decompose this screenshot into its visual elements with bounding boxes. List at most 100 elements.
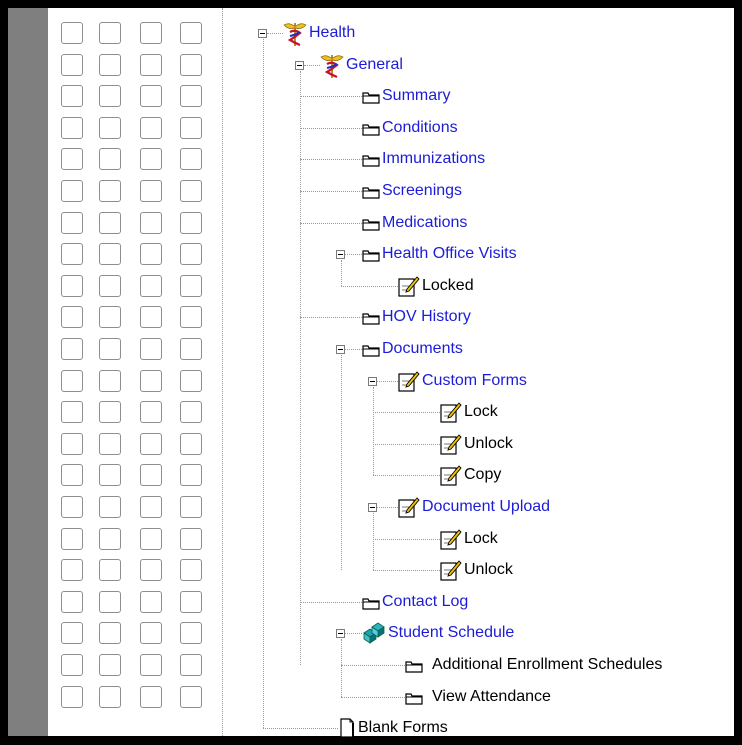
permission-checkbox[interactable] [99,685,121,708]
permission-checkbox[interactable] [61,401,83,424]
permission-checkbox[interactable] [140,306,162,329]
permission-checkbox[interactable] [140,432,162,455]
permission-checkbox[interactable] [140,654,162,676]
permission-checkbox[interactable] [99,53,121,76]
permission-checkbox[interactable] [180,401,202,424]
expand-toggle[interactable] [295,60,304,70]
permission-checkbox[interactable] [61,432,83,455]
permission-checkbox[interactable] [61,338,83,360]
permission-checkbox[interactable] [61,53,83,76]
permission-checkbox[interactable] [180,211,202,234]
permission-checkbox[interactable] [99,274,121,297]
permission-checkbox[interactable] [140,85,162,108]
permission-checkbox[interactable] [140,527,162,550]
permission-checkbox[interactable] [180,464,202,487]
expand-toggle[interactable] [368,376,377,386]
permission-checkbox[interactable] [180,53,202,76]
permission-checkbox[interactable] [61,369,83,392]
permission-checkbox[interactable] [180,85,202,108]
permission-checkbox[interactable] [180,274,202,297]
permission-checkbox[interactable] [180,306,202,329]
tree-node-label[interactable]: HOV History [382,308,471,326]
permission-checkbox[interactable] [99,590,121,613]
permission-checkbox[interactable] [99,432,121,455]
tree-node-label[interactable]: Health [309,24,355,42]
permission-checkbox[interactable] [140,116,162,139]
permission-checkbox[interactable] [180,338,202,360]
permission-checkbox[interactable] [61,274,83,297]
permission-checkbox[interactable] [99,180,121,202]
tree-node-label[interactable]: Medications [382,214,467,232]
permission-checkbox[interactable] [99,211,121,234]
permission-checkbox[interactable] [180,654,202,676]
permission-checkbox[interactable] [180,22,202,44]
permission-checkbox[interactable] [61,559,83,582]
permission-checkbox[interactable] [99,148,121,171]
permission-checkbox[interactable] [61,654,83,676]
permission-checkbox[interactable] [180,559,202,582]
permission-checkbox[interactable] [99,622,121,645]
permission-checkbox[interactable] [140,243,162,266]
permission-checkbox[interactable] [180,243,202,266]
permission-checkbox[interactable] [180,180,202,202]
permission-checkbox[interactable] [180,685,202,708]
permission-checkbox[interactable] [180,622,202,645]
tree-node-label[interactable]: Contact Log [382,593,468,611]
tree-node-label[interactable]: Student Schedule [388,624,514,642]
permission-checkbox[interactable] [99,338,121,360]
permission-checkbox[interactable] [180,527,202,550]
permission-checkbox[interactable] [140,274,162,297]
permission-checkbox[interactable] [61,243,83,266]
tree-node-label[interactable]: Conditions [382,119,458,137]
permission-checkbox[interactable] [61,622,83,645]
permission-checkbox[interactable] [140,148,162,171]
expand-toggle[interactable] [258,29,267,38]
tree-node-label[interactable]: Documents [382,340,463,358]
permission-checkbox[interactable] [99,654,121,676]
permission-checkbox[interactable] [99,496,121,518]
permission-checkbox[interactable] [99,559,121,582]
permission-checkbox[interactable] [140,22,162,44]
permission-checkbox[interactable] [61,180,83,202]
permission-checkbox[interactable] [61,685,83,708]
permission-checkbox[interactable] [99,85,121,108]
expand-toggle[interactable] [336,345,345,354]
permission-checkbox[interactable] [99,369,121,392]
permission-checkbox[interactable] [99,116,121,139]
permission-checkbox[interactable] [61,590,83,613]
permission-checkbox[interactable] [140,369,162,392]
permission-checkbox[interactable] [61,148,83,171]
permission-checkbox[interactable] [99,243,121,266]
tree-node-label[interactable]: Document Upload [422,498,550,516]
permission-checkbox[interactable] [140,401,162,424]
tree-node-label[interactable]: Custom Forms [422,372,527,390]
expand-toggle[interactable] [368,503,377,512]
permission-checkbox[interactable] [99,464,121,487]
permission-checkbox[interactable] [61,496,83,518]
permission-checkbox[interactable] [61,22,83,44]
permission-checkbox[interactable] [180,116,202,139]
tree-node-label[interactable]: Immunizations [382,150,485,168]
permission-checkbox[interactable] [99,306,121,329]
expand-toggle[interactable] [336,629,345,639]
permission-checkbox[interactable] [99,401,121,424]
permission-checkbox[interactable] [140,464,162,487]
permission-checkbox[interactable] [180,496,202,518]
expand-toggle[interactable] [336,250,345,260]
permission-checkbox[interactable] [140,211,162,234]
permission-checkbox[interactable] [180,432,202,455]
permission-checkbox[interactable] [99,22,121,44]
tree-node-label[interactable]: Summary [382,87,450,105]
permission-checkbox[interactable] [61,211,83,234]
permission-checkbox[interactable] [61,527,83,550]
tree-node-label[interactable]: General [346,56,403,74]
tree-node-label[interactable]: Screenings [382,182,462,200]
permission-checkbox[interactable] [61,464,83,487]
permission-checkbox[interactable] [61,116,83,139]
permission-checkbox[interactable] [180,590,202,613]
permission-checkbox[interactable] [140,590,162,613]
permission-checkbox[interactable] [61,306,83,329]
permission-checkbox[interactable] [140,559,162,582]
permission-checkbox[interactable] [140,622,162,645]
permission-checkbox[interactable] [140,180,162,202]
